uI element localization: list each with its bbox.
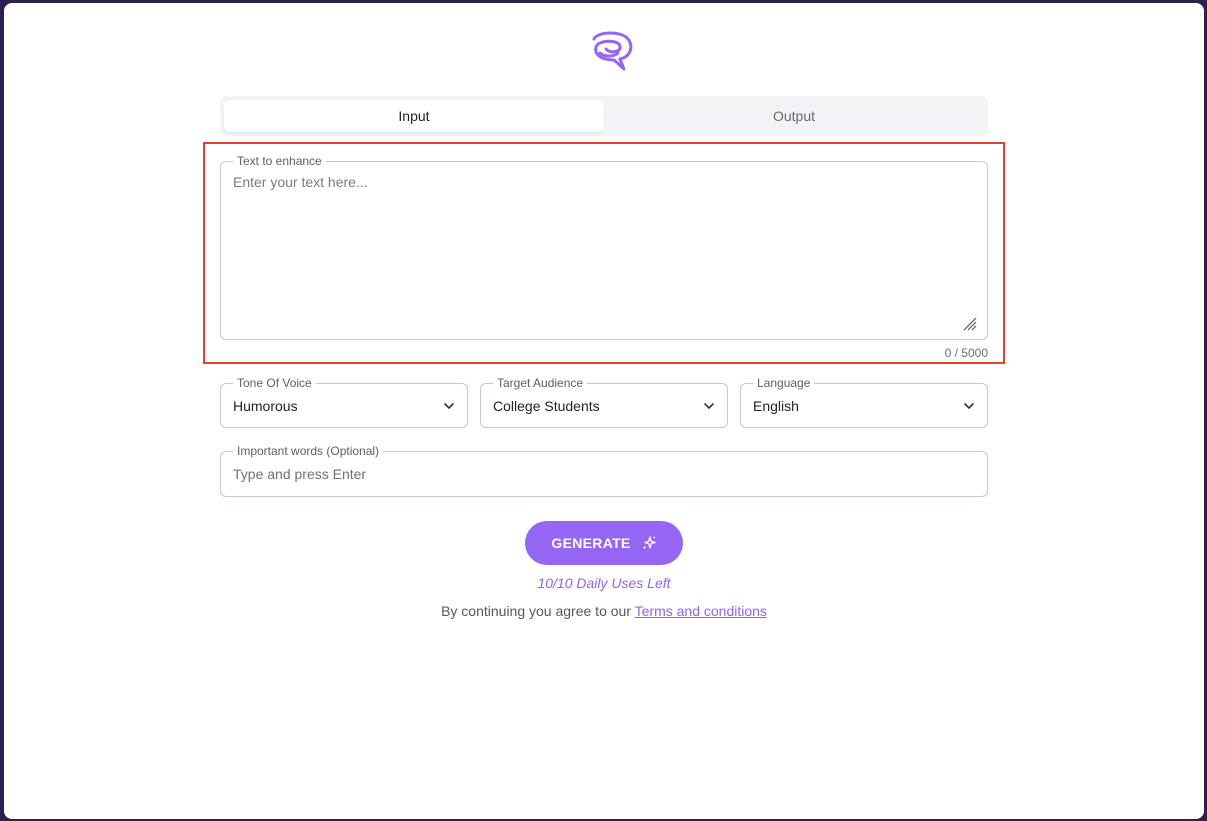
important-words-field: Important words (Optional)	[220, 444, 988, 497]
target-audience-label: Target Audience	[493, 376, 588, 390]
tab-input[interactable]: Input	[224, 100, 604, 132]
important-words-label: Important words (Optional)	[233, 444, 384, 458]
language-value: English	[753, 398, 799, 414]
tone-of-voice-value: Humorous	[233, 398, 298, 414]
chevron-down-icon	[964, 403, 974, 409]
important-words-input[interactable]	[233, 464, 975, 484]
target-audience-value: College Students	[493, 398, 600, 414]
resize-handle-icon[interactable]	[963, 317, 977, 331]
language-label: Language	[753, 376, 815, 390]
chevron-down-icon	[444, 403, 454, 409]
language-select[interactable]: Language English	[740, 376, 988, 428]
terms-notice: By continuing you agree to our Terms and…	[304, 603, 904, 619]
tone-of-voice-label: Tone Of Voice	[233, 376, 316, 390]
input-output-tabs: Input Output	[220, 96, 988, 136]
chevron-down-icon	[704, 403, 714, 409]
text-to-enhance-label: Text to enhance	[233, 154, 326, 168]
generate-button-label: GENERATE	[551, 535, 631, 551]
text-to-enhance-field: Text to enhance	[220, 154, 988, 340]
character-counter: 0 / 5000	[944, 346, 988, 360]
tab-output[interactable]: Output	[604, 100, 984, 132]
terms-prefix: By continuing you agree to our	[441, 603, 635, 619]
generate-button[interactable]: GENERATE	[525, 521, 683, 565]
brain-logo-icon	[592, 31, 633, 71]
target-audience-select[interactable]: Target Audience College Students	[480, 376, 728, 428]
daily-uses-left: 10/10 Daily Uses Left	[537, 575, 671, 591]
terms-link[interactable]: Terms and conditions	[635, 603, 767, 619]
text-to-enhance-input[interactable]	[233, 174, 975, 315]
app-window: Input Output Text to enhance 0 / 5000 To…	[4, 3, 1204, 819]
tone-of-voice-select[interactable]: Tone Of Voice Humorous	[220, 376, 468, 428]
sparkles-icon	[642, 536, 656, 550]
